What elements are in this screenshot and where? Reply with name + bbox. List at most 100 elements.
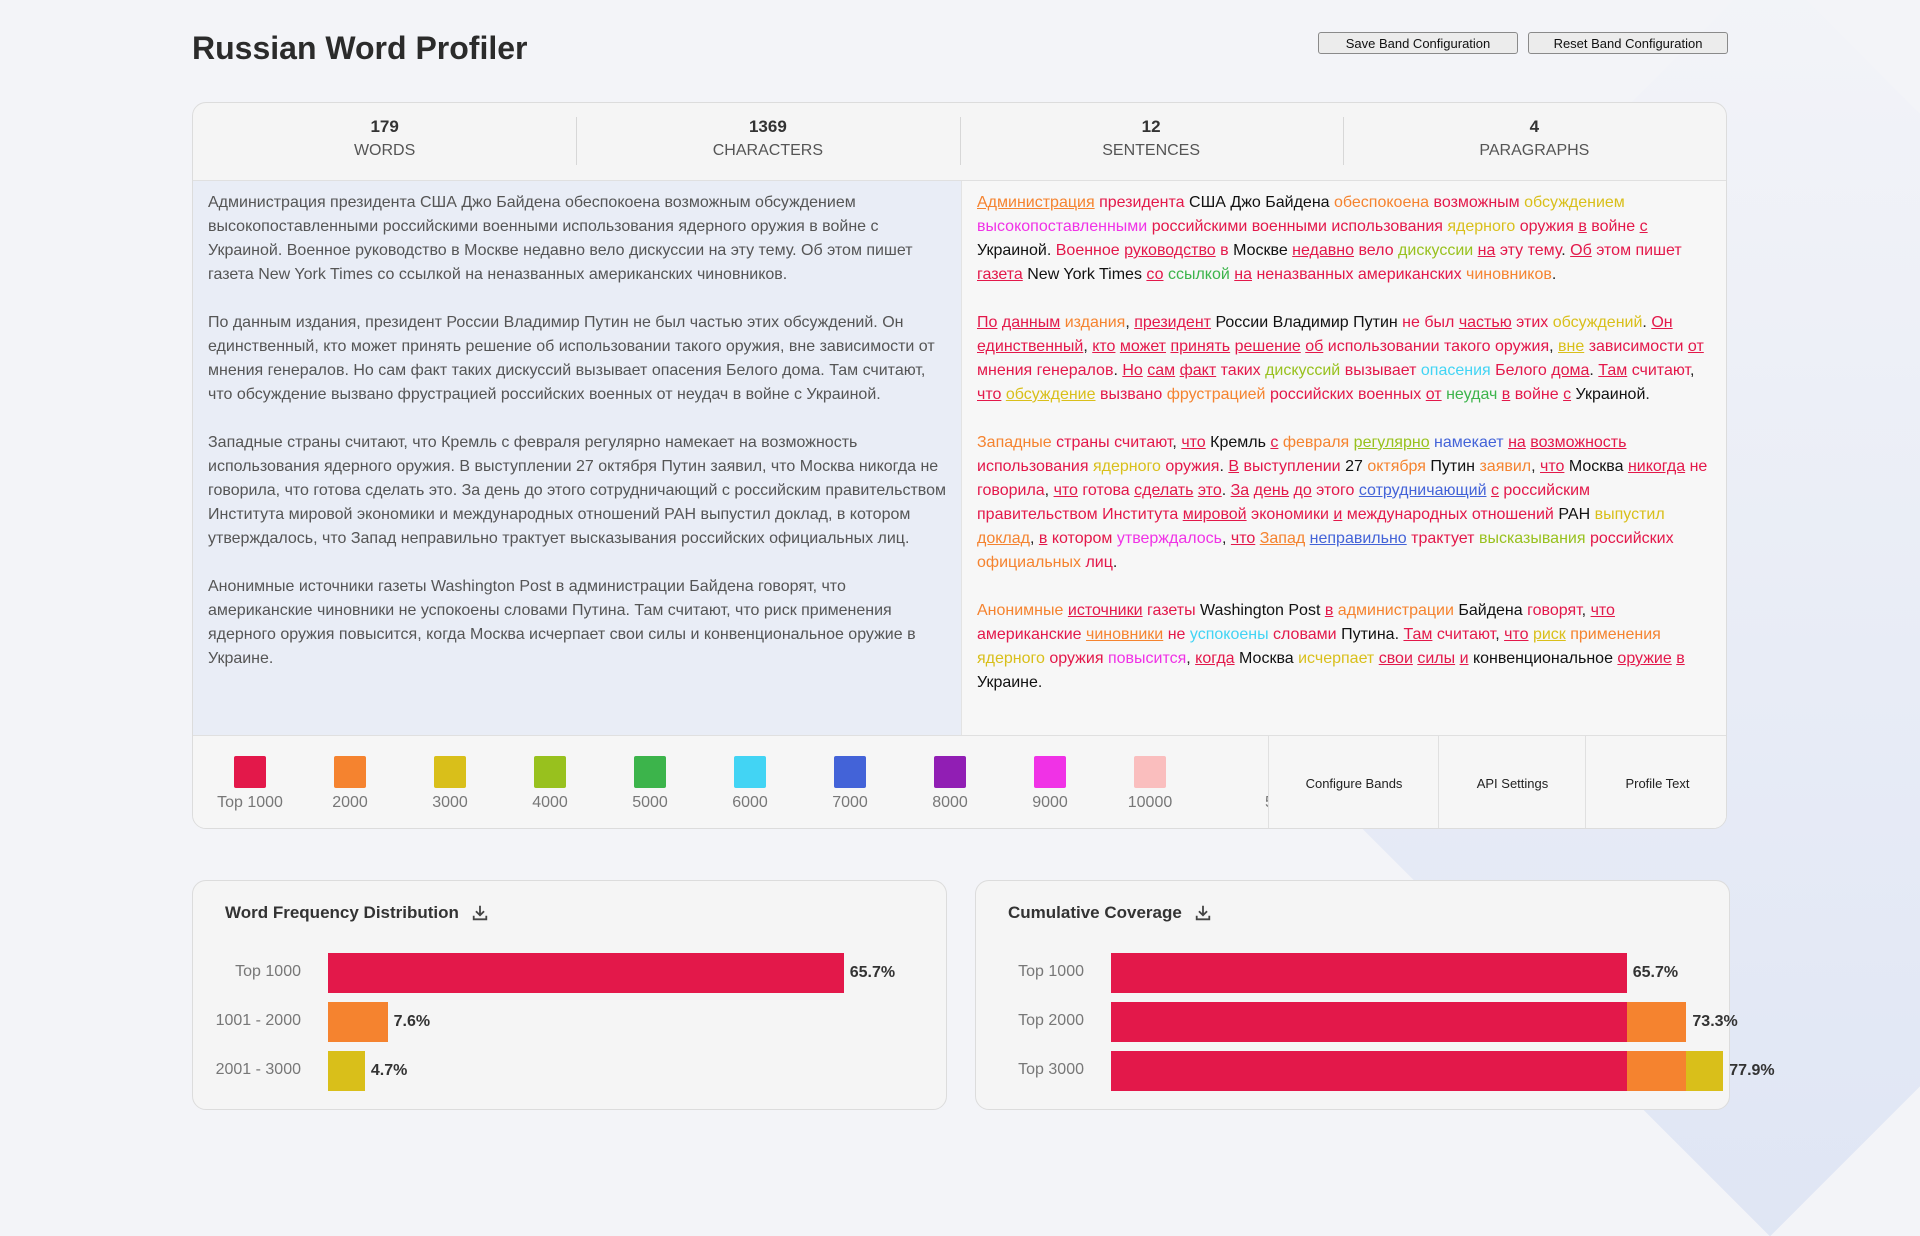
profiled-word[interactable]: международных [1347, 506, 1468, 523]
profiled-word[interactable]: конвенциональное [1473, 650, 1613, 667]
profiled-word[interactable]: Москва [1239, 650, 1294, 667]
profiled-word[interactable]: на [1234, 266, 1252, 283]
profiled-word[interactable]: с [1640, 218, 1648, 235]
profiled-word[interactable]: войне [1591, 218, 1635, 235]
profiled-word[interactable]: утверждалось [1117, 530, 1222, 547]
profiled-word[interactable]: этого [1316, 482, 1354, 499]
profiled-word[interactable]: оружия [1049, 650, 1103, 667]
profiled-word[interactable]: президента [1099, 194, 1185, 211]
profiled-word[interactable]: что [977, 386, 1001, 403]
profiled-word[interactable]: со [1146, 266, 1163, 283]
profiled-word[interactable]: Украине [977, 674, 1038, 691]
profiled-word[interactable]: что [1054, 482, 1078, 499]
profiled-word[interactable]: не [1690, 458, 1708, 475]
band-swatch[interactable] [734, 756, 766, 788]
band-item[interactable]: 10000 [1110, 756, 1190, 812]
profiled-word[interactable]: обсуждений [1553, 314, 1643, 331]
profiled-word[interactable]: успокоены [1190, 626, 1269, 643]
profiled-word[interactable]: готова [1082, 482, 1129, 499]
profiled-word[interactable]: котором [1052, 530, 1113, 547]
profiled-word[interactable]: этих [1516, 314, 1548, 331]
profiled-word[interactable]: Военное [1056, 242, 1120, 259]
profiled-word[interactable]: трактует [1411, 530, 1474, 547]
profiled-word[interactable]: чиновники [1086, 626, 1163, 643]
profiled-word[interactable]: лиц [1085, 554, 1112, 571]
input-text-area[interactable]: Администрация президента США Джо Байдена… [193, 181, 961, 735]
profiled-word[interactable]: войне [1515, 386, 1559, 403]
api-settings-button[interactable]: API Settings [1438, 736, 1586, 828]
profiled-word[interactable]: Путина [1341, 626, 1395, 643]
profiled-word[interactable]: с [1491, 482, 1499, 499]
profiled-word[interactable]: такого [1444, 338, 1491, 355]
band-item[interactable]: Top 1000 [210, 756, 290, 812]
profiled-word[interactable]: За [1231, 482, 1250, 499]
profiled-word[interactable]: дискуссий [1265, 362, 1340, 379]
profiled-word[interactable]: России [1215, 314, 1268, 331]
profiled-word[interactable]: Администрация [977, 194, 1095, 211]
profiled-word[interactable]: российских [1270, 386, 1354, 403]
profiled-word[interactable]: Там [1598, 362, 1627, 379]
profiled-word[interactable]: свои [1379, 650, 1413, 667]
profiled-word[interactable]: высказывания [1479, 530, 1586, 547]
band-item[interactable]: 4000 [510, 756, 590, 812]
profiled-word[interactable]: возможность [1530, 434, 1626, 451]
profiled-word[interactable]: 27 [1345, 458, 1363, 475]
profiled-word[interactable]: словами [1273, 626, 1337, 643]
profiled-word[interactable]: официальных [977, 554, 1081, 571]
profiled-word[interactable]: от [1426, 386, 1442, 403]
profiled-word[interactable]: страны [1056, 434, 1109, 451]
profiled-word[interactable]: об [1305, 338, 1323, 355]
band-swatch[interactable] [234, 756, 266, 788]
profiled-word[interactable]: Москве [1233, 242, 1288, 259]
profiled-word[interactable]: Путин [1353, 314, 1398, 331]
profiled-word[interactable]: считают [1437, 626, 1495, 643]
profiled-word[interactable]: дискуссии [1398, 242, 1473, 259]
profiled-word[interactable]: российских [1590, 530, 1674, 547]
band-swatch[interactable] [434, 756, 466, 788]
profiled-word[interactable]: газета [977, 266, 1023, 283]
configure-bands-button[interactable]: Configure Bands [1268, 736, 1439, 828]
profiled-word[interactable]: зависимости [1589, 338, 1684, 355]
profiled-word[interactable]: намекает [1434, 434, 1504, 451]
profiled-word[interactable]: Западные [977, 434, 1052, 451]
profiled-word[interactable]: руководство [1124, 242, 1216, 259]
profiled-word[interactable]: газеты [1147, 602, 1196, 619]
band-item[interactable]: 5000 [610, 756, 690, 812]
profiled-word[interactable]: чиновников [1466, 266, 1552, 283]
profiled-word[interactable]: на [1478, 242, 1496, 259]
profiled-word[interactable]: обсуждением [1524, 194, 1625, 211]
profiled-word[interactable]: администрации [1338, 602, 1454, 619]
profiled-word[interactable]: повысится [1108, 650, 1186, 667]
profiled-word[interactable]: неправильно [1310, 530, 1407, 547]
band-item[interactable]: 2000 [310, 756, 390, 812]
profiled-word[interactable]: что [1591, 602, 1615, 619]
profiled-word[interactable]: тему [1528, 242, 1562, 259]
profiled-word[interactable]: вело [1358, 242, 1393, 259]
profiled-word[interactable]: дома [1551, 362, 1589, 379]
profiled-word[interactable]: до [1293, 482, 1311, 499]
profiled-word[interactable]: факт [1180, 362, 1217, 379]
profiled-word[interactable]: был [1424, 314, 1454, 331]
profiled-word[interactable]: оружия [1495, 338, 1549, 355]
band-swatch[interactable] [334, 756, 366, 788]
profiled-word[interactable]: на [1508, 434, 1526, 451]
profiled-word[interactable]: октября [1367, 458, 1426, 475]
download-icon[interactable] [471, 904, 489, 922]
profiled-word[interactable]: от [1688, 338, 1704, 355]
profiled-word[interactable]: не [1168, 626, 1186, 643]
profiled-word[interactable]: В [1228, 458, 1239, 475]
reset-band-configuration-button[interactable]: Reset Band Configuration [1528, 32, 1728, 54]
profiled-word[interactable]: что [1504, 626, 1528, 643]
profiled-word[interactable]: отношений [1472, 506, 1554, 523]
profiled-word[interactable]: Украиной [1576, 386, 1646, 403]
profiled-word[interactable]: Он [1651, 314, 1672, 331]
profiled-word[interactable]: Но [1122, 362, 1142, 379]
band-item[interactable]: 9000 [1010, 756, 1090, 812]
profiled-word[interactable]: кто [1092, 338, 1115, 355]
profiled-word[interactable]: в [1676, 650, 1685, 667]
profiled-word[interactable]: вне [1558, 338, 1584, 355]
profiled-word[interactable]: обеспокоена [1334, 194, 1429, 211]
profiled-word[interactable]: день [1254, 482, 1289, 499]
profiled-word[interactable]: в [1220, 242, 1229, 259]
profiled-word[interactable]: американских [1358, 266, 1462, 283]
